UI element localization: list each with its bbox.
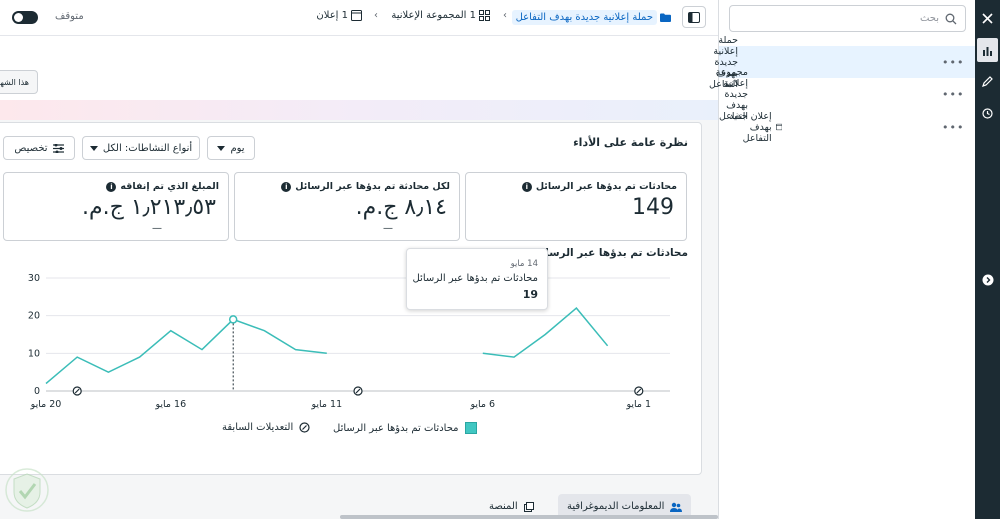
line-chart[interactable]: 0 10 20 30 1 مايو 6 مايو 11 مايو 16 مايو 20 مايو [0, 0, 718, 519]
watermark-logo-icon [5, 468, 49, 512]
y-tick-label: 0 [34, 386, 40, 397]
tab-platform-label: المنصة [489, 501, 518, 512]
search-input[interactable] [739, 13, 939, 24]
tree-item-ad-set[interactable]: مجموعة إعلانية جديدة بهدف التفاعل ••• [716, 67, 975, 122]
icon-rail [975, 0, 1000, 519]
chart-icon[interactable] [977, 38, 998, 62]
legend-edits[interactable]: التعديلات السابقة [222, 422, 310, 433]
x-tick-label: 20 مايو [30, 399, 62, 410]
more-options-icon[interactable]: ••• [942, 56, 964, 69]
expand-icon[interactable] [977, 268, 998, 292]
clock-icon[interactable] [977, 101, 998, 125]
tooltip-value: 19 [522, 288, 538, 301]
copy-icon [523, 501, 534, 512]
tooltip-date: 14 مايو [510, 259, 538, 269]
pencil-icon[interactable] [977, 69, 998, 93]
x-tick-label: 11 مايو [310, 399, 342, 410]
search-icon [945, 13, 957, 24]
legend-series-label: محادثات تم بدؤها عبر الرسائل [333, 422, 459, 434]
main-content: حملة إعلانية جديدة بهدف التفاعل › 1 المج… [0, 0, 718, 519]
x-tick-label: 6 مايو [469, 399, 495, 410]
legend-series[interactable]: محادثات تم بدؤها عبر الرسائل [333, 422, 477, 434]
navigation-panel: حملة إعلانية جديدة بهدف التفاعل ••• مجمو… [709, 0, 975, 519]
tree-item-campaign[interactable]: حملة إعلانية جديدة بهدف التفاعل ••• [709, 35, 975, 90]
horizontal-scrollbar[interactable] [340, 515, 718, 519]
edit-marker-icon [299, 422, 310, 433]
y-tick-label: 10 [28, 348, 40, 359]
x-tick-label: 1 مايو [625, 399, 651, 410]
people-icon [670, 502, 683, 512]
series-line [45, 318, 327, 385]
search-box[interactable] [729, 5, 966, 32]
legend-swatch [464, 422, 477, 434]
tree-item-ad[interactable]: إعلان جديد بهدف التفاعل ••• [719, 110, 975, 144]
chart-tooltip: 14 مايو محادثات تم بدؤها عبر الرسائل 19 [406, 248, 548, 310]
legend-edits-label: التعديلات السابقة [222, 422, 294, 433]
x-tick-label: 16 مايو [154, 399, 186, 410]
tab-demographics-label: المعلومات الديموغرافية [567, 501, 665, 512]
y-tick-label: 20 [28, 311, 40, 322]
tooltip-label: محادثات تم بدؤها عبر الرسائل [412, 273, 538, 284]
more-options-icon[interactable]: ••• [942, 121, 964, 134]
more-options-icon[interactable]: ••• [942, 88, 964, 101]
highlight-point [228, 315, 238, 324]
close-icon[interactable] [977, 6, 998, 30]
ad-icon [775, 123, 782, 131]
tree-item-label: إعلان جديد بهدف التفاعل [729, 110, 772, 144]
y-tick-label: 30 [28, 273, 40, 284]
